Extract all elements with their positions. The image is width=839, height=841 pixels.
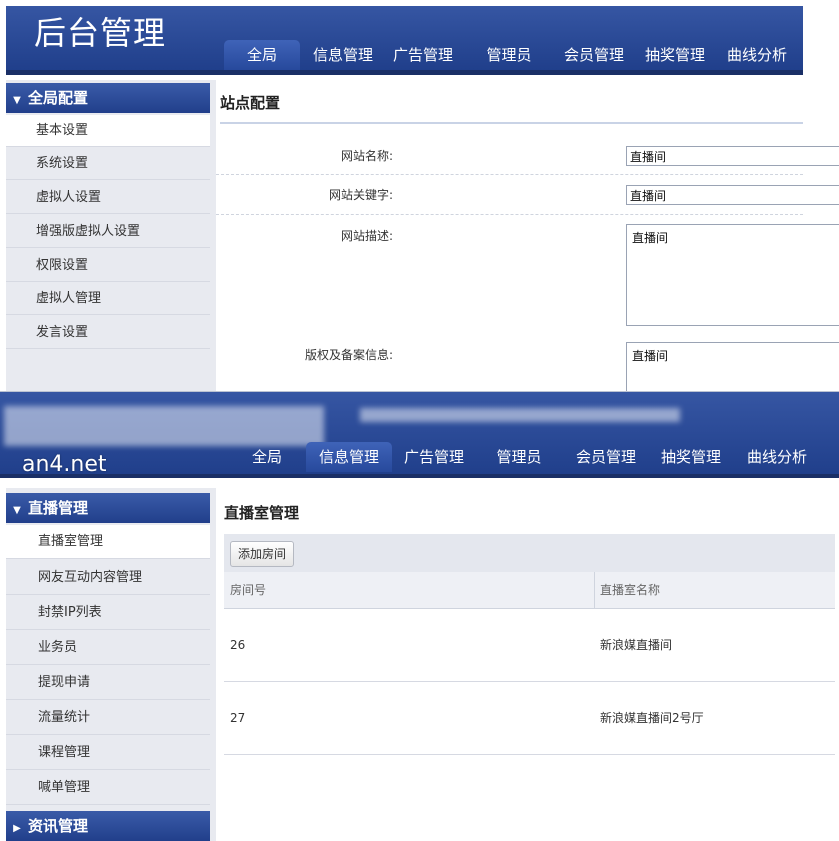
cell-room-name: 新浪媒直播间2号厅 — [600, 711, 704, 725]
sidebar-item-ip-ban[interactable]: 封禁IP列表 — [6, 595, 210, 630]
copyright-textarea[interactable]: 直播间 — [626, 342, 839, 392]
keywords-label: 网站关键字: — [328, 188, 393, 202]
nav2-tab-ads[interactable]: 广告管理 — [394, 442, 474, 472]
form-row-description: 网站描述: 直播间 — [216, 218, 839, 336]
sidebar-item-permissions[interactable]: 权限设置 — [6, 250, 210, 282]
chevron-down-icon: ▼ — [13, 95, 21, 106]
page-title-2: 直播室管理 — [224, 504, 300, 522]
description-textarea[interactable]: 直播间 — [626, 224, 839, 326]
nav2-tab-info[interactable]: 信息管理 — [306, 442, 392, 472]
nav2-tab-analytics[interactable]: 曲线分析 — [738, 442, 816, 472]
sidebar-item-virtual-user-plus[interactable]: 增强版虚拟人设置 — [6, 216, 210, 248]
chevron-down-icon: ▼ — [13, 505, 21, 516]
sidebar-item-interaction[interactable]: 网友互动内容管理 — [6, 560, 210, 595]
nav2-tab-global[interactable]: 全局 — [232, 442, 302, 472]
title-underline — [220, 122, 803, 124]
form-row-copyright: 版权及备案信息: 直播间 — [216, 338, 839, 392]
sidebar-section-label: 直播管理 — [28, 499, 89, 517]
nav-tab-members[interactable]: 会员管理 — [554, 40, 634, 70]
add-room-button[interactable]: 添加房间 — [230, 541, 295, 567]
cell-room-id: 26 — [230, 638, 246, 652]
sidebar-item-basic[interactable]: 基本设置 — [6, 115, 210, 147]
sidebar-item-calls[interactable]: 喊单管理 — [6, 770, 210, 805]
column-header-room-name[interactable]: 直播室名称 — [600, 572, 660, 608]
nav-tab-admin[interactable]: 管理员 — [472, 40, 546, 70]
nav-tab-info[interactable]: 信息管理 — [306, 40, 380, 70]
sidebar-section-news[interactable]: ▶ 资讯管理 — [6, 811, 210, 841]
chevron-right-icon: ▶ — [13, 823, 21, 834]
form-row-keywords: 网站关键字: 直播间 — [216, 176, 839, 215]
cell-room-id: 27 — [230, 711, 246, 725]
sidebar-section-label: 全局配置 — [28, 89, 89, 107]
table-row[interactable]: 26 新浪媒直播间 — [224, 609, 835, 682]
sidebar-section-label: 资讯管理 — [28, 817, 89, 835]
column-header-room-id[interactable]: 房间号 — [230, 572, 266, 608]
nav2-tab-admin[interactable]: 管理员 — [484, 442, 554, 472]
nav-tab-analytics[interactable]: 曲线分析 — [720, 40, 794, 70]
live-manage-panel: 全局 信息管理 广告管理 管理员 会员管理 抽奖管理 曲线分析 an4.net … — [0, 392, 839, 841]
table-header: 房间号 直播室名称 — [224, 572, 835, 609]
page-title: 站点配置 — [220, 94, 281, 112]
sidebar-item-live-rooms[interactable]: 直播室管理 — [6, 525, 210, 559]
nav-tab-global[interactable]: 全局 — [224, 40, 300, 70]
global-config-panel: 后台管理 全局 信息管理 广告管理 管理员 会员管理 抽奖管理 曲线分析 ▼ 全局… — [0, 0, 839, 392]
toolbar: 添加房间 — [224, 534, 835, 572]
sidebar-item-virtual-user[interactable]: 虚拟人设置 — [6, 182, 210, 214]
sidebar-item-speech[interactable]: 发言设置 — [6, 317, 210, 349]
site-name-label: 网站名称: — [340, 149, 393, 163]
copyright-label: 版权及备案信息: — [304, 348, 393, 362]
sidebar-item-salesman[interactable]: 业务员 — [6, 630, 210, 665]
cell-room-name: 新浪媒直播间 — [600, 638, 673, 652]
site-name-input[interactable]: 直播间 — [626, 146, 839, 166]
description-label: 网站描述: — [340, 229, 393, 243]
sidebar-item-system[interactable]: 系统设置 — [6, 148, 210, 180]
app-logo: 后台管理 — [34, 14, 167, 52]
top-header-2: 全局 信息管理 广告管理 管理员 会员管理 抽奖管理 曲线分析 — [0, 392, 839, 478]
sidebar-section-global[interactable]: ▼ 全局配置 — [6, 83, 210, 113]
sidebar-item-traffic[interactable]: 流量统计 — [6, 700, 210, 735]
nav-tab-lottery[interactable]: 抽奖管理 — [638, 40, 712, 70]
form-row-site-name: 网站名称: 直播间 — [216, 138, 839, 175]
sidebar-item-courses[interactable]: 课程管理 — [6, 735, 210, 770]
table-row[interactable]: 27 新浪媒直播间2号厅 — [224, 682, 835, 755]
watermark-text: an4.net — [22, 452, 107, 477]
nav-tab-ads[interactable]: 广告管理 — [386, 40, 460, 70]
nav2-tab-lottery[interactable]: 抽奖管理 — [652, 442, 730, 472]
top-header: 后台管理 全局 信息管理 广告管理 管理员 会员管理 抽奖管理 曲线分析 — [6, 6, 803, 75]
sidebar-item-virtual-user-manage[interactable]: 虚拟人管理 — [6, 283, 210, 315]
keywords-input[interactable]: 直播间 — [626, 185, 839, 205]
sidebar-item-withdraw[interactable]: 提现申请 — [6, 665, 210, 700]
nav2-tab-members[interactable]: 会员管理 — [564, 442, 648, 472]
sidebar-section-live[interactable]: ▼ 直播管理 — [6, 493, 210, 523]
